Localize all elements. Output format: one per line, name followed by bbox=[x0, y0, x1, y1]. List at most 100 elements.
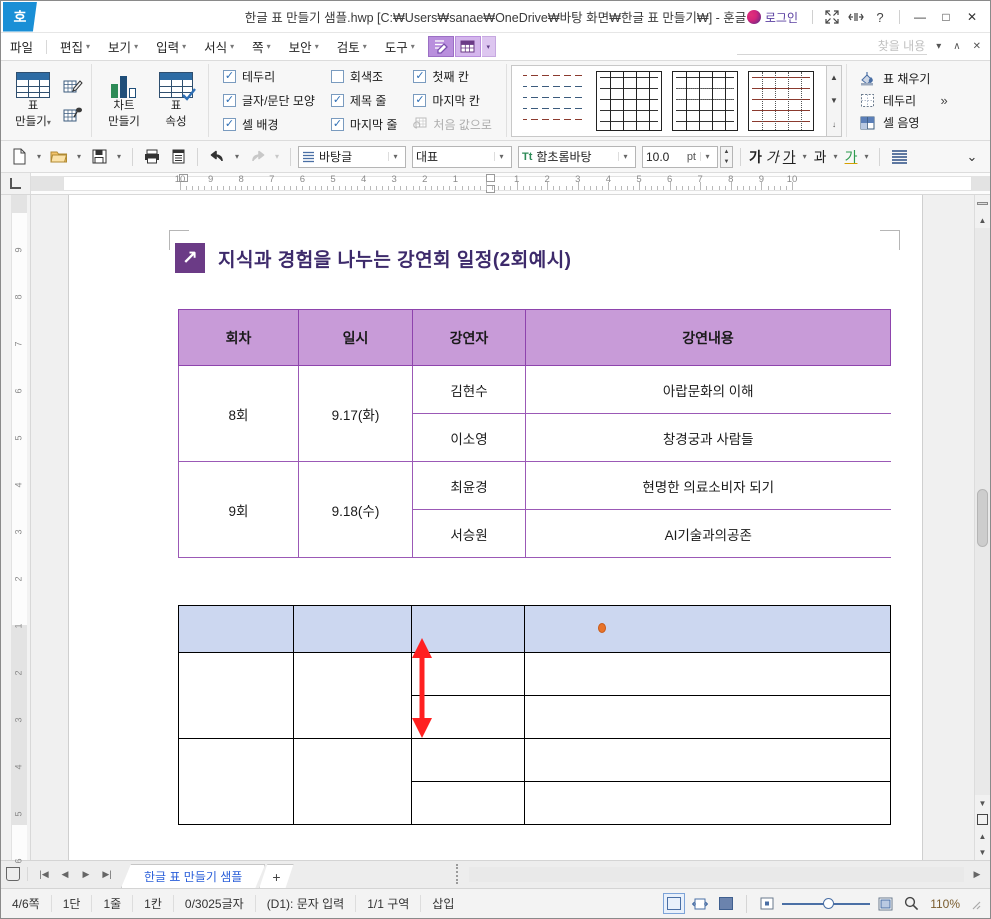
print-icon[interactable] bbox=[140, 145, 164, 169]
checkbox-icon[interactable] bbox=[330, 70, 344, 83]
tab-document-sample[interactable]: 한글 표 만들기 샘플 bbox=[121, 864, 265, 888]
cell-session[interactable]: 8회 bbox=[178, 365, 299, 462]
menu-item-view[interactable]: 보기 ▾ bbox=[99, 35, 147, 58]
option-first-column[interactable]: ✓ 첫째 칸 bbox=[413, 68, 492, 85]
cell-speaker[interactable]: 최윤경 bbox=[412, 461, 526, 510]
menu-item-file[interactable]: 파일 bbox=[1, 35, 42, 58]
close-button[interactable]: ✕ bbox=[960, 5, 984, 29]
zoom-slider-knob[interactable] bbox=[822, 897, 834, 909]
tab-edit-tool-icon[interactable] bbox=[427, 36, 454, 57]
cell-topic[interactable]: AI기술과의공존 bbox=[525, 509, 891, 558]
checkbox-icon[interactable]: ✓ bbox=[330, 94, 344, 107]
scroll-up-icon[interactable]: ▲ bbox=[827, 66, 841, 89]
zoom-slider[interactable] bbox=[782, 897, 871, 909]
search-input[interactable] bbox=[737, 38, 928, 55]
cell-speaker[interactable]: 이소영 bbox=[412, 413, 526, 462]
checkbox-icon[interactable]: ✓ bbox=[223, 94, 236, 107]
checkbox-icon[interactable]: ✓ bbox=[413, 94, 427, 107]
table-cell[interactable] bbox=[178, 652, 294, 739]
table-cell[interactable] bbox=[524, 605, 891, 653]
strikethrough-button[interactable]: 과 bbox=[813, 147, 828, 167]
horizontal-ruler[interactable]: 10 9 8 7 6 5 4 3 2 1 1 2 3 4 5 6 7 8 9 10 bbox=[1, 173, 990, 195]
table-cell[interactable] bbox=[293, 605, 412, 653]
zoom-slider-track[interactable] bbox=[782, 897, 871, 909]
cell-session[interactable]: 9회 bbox=[178, 461, 299, 558]
table-style-option-3[interactable] bbox=[671, 70, 738, 131]
table-row[interactable] bbox=[178, 652, 891, 739]
bold-button[interactable]: 가 bbox=[748, 147, 763, 167]
ribbon-toggle-icon[interactable] bbox=[845, 6, 867, 28]
chevron-down-icon[interactable]: ▾ bbox=[494, 152, 508, 161]
help-icon[interactable]: ? bbox=[869, 6, 891, 28]
chevron-down-icon[interactable]: ▾ bbox=[700, 152, 714, 161]
ribbon-expand-icon[interactable]: » bbox=[936, 93, 951, 108]
table-cell[interactable] bbox=[524, 652, 891, 696]
option-grayscale[interactable]: 회색조 bbox=[330, 68, 398, 85]
empty-table[interactable] bbox=[178, 605, 891, 825]
view-single-page-button[interactable] bbox=[663, 893, 686, 914]
vertical-ruler[interactable]: 9 8 7 6 5 4 3 2 1 2 3 4 5 6 bbox=[1, 195, 31, 864]
menu-item-security[interactable]: 보안 ▾ bbox=[280, 35, 328, 58]
table-row[interactable] bbox=[178, 738, 891, 825]
option-border[interactable]: ✓ 테두리 bbox=[223, 68, 315, 85]
close-icon[interactable]: ✕ bbox=[970, 41, 984, 52]
previous-page-icon[interactable]: ▲ bbox=[975, 828, 990, 844]
ribbon-tab-dropdown-icon[interactable]: ▾ bbox=[481, 36, 496, 57]
table-cell[interactable] bbox=[411, 781, 525, 825]
table-row[interactable]: 9회 9.18(수) 최윤경 현명한 의료소비자 되기 bbox=[178, 461, 891, 558]
menu-item-insert[interactable]: 입력 ▾ bbox=[147, 35, 195, 58]
option-last-row[interactable]: ✓ 마지막 줄 bbox=[330, 116, 397, 133]
scroll-down-icon[interactable]: ▼ bbox=[975, 795, 990, 811]
next-page-icon[interactable]: ▼ bbox=[975, 844, 990, 860]
preset-combo[interactable]: 대표 ▾ bbox=[412, 145, 512, 168]
table-cell[interactable] bbox=[293, 652, 412, 739]
fullscreen-icon[interactable] bbox=[821, 6, 843, 28]
make-chart-button[interactable]: 차트 만들기 bbox=[98, 65, 150, 137]
tab-table-tool-icon[interactable] bbox=[454, 36, 481, 57]
scroll-down-icon[interactable]: ▼ bbox=[827, 89, 841, 112]
table-pen-icon[interactable] bbox=[61, 76, 85, 98]
fill-table-button[interactable]: 표 채우기 bbox=[859, 70, 930, 87]
vertical-scrollbar[interactable]: ▲ ▼ ▲ ▼ bbox=[974, 195, 990, 860]
chevron-down-icon[interactable]: ▾ bbox=[799, 145, 811, 169]
scroll-right-icon[interactable]: ▶ bbox=[968, 864, 986, 884]
chevron-down-icon[interactable]: ▾ bbox=[618, 152, 632, 161]
checkbox-icon[interactable]: ✓ bbox=[223, 70, 236, 83]
scroll-thumb[interactable] bbox=[977, 488, 988, 547]
table-cell[interactable] bbox=[411, 738, 525, 782]
minimize-button[interactable]: — bbox=[908, 5, 932, 29]
view-width-button[interactable] bbox=[689, 893, 711, 914]
gallery-expand-icon[interactable]: ↓ bbox=[827, 113, 841, 136]
scroll-up-icon[interactable]: ▲ bbox=[975, 212, 990, 228]
undo-icon[interactable] bbox=[205, 145, 229, 169]
table-style-option-4[interactable] bbox=[747, 70, 814, 131]
font-family-combo[interactable]: Tt 함초롬바탕 ▾ bbox=[518, 145, 636, 168]
cell-speaker[interactable]: 김현수 bbox=[412, 365, 526, 414]
cell-speaker[interactable]: 서승원 bbox=[412, 509, 526, 558]
menu-item-format[interactable]: 서식 ▾ bbox=[195, 35, 243, 58]
resize-grip[interactable] bbox=[968, 897, 982, 911]
table-cell[interactable] bbox=[524, 695, 891, 739]
menu-item-tools[interactable]: 도구 ▾ bbox=[376, 35, 424, 58]
scroll-split-handle[interactable] bbox=[975, 195, 990, 212]
view-full-page-button[interactable] bbox=[715, 893, 737, 914]
page-view-icon[interactable] bbox=[975, 811, 990, 828]
hanging-indent-marker[interactable] bbox=[486, 185, 495, 193]
table-eraser-icon[interactable] bbox=[61, 104, 85, 126]
option-cell-background[interactable]: ✓ 셀 배경 bbox=[223, 116, 315, 133]
save-icon[interactable] bbox=[87, 145, 111, 169]
next-tab-icon[interactable]: ▶ bbox=[77, 864, 95, 884]
table-row[interactable] bbox=[178, 605, 891, 653]
tab-stop-selector[interactable] bbox=[1, 173, 31, 194]
document-canvas[interactable]: ↗ 지식과 경험을 나누는 강연회 일정(2회예시) 회차 일시 강연자 강연내… bbox=[31, 195, 974, 860]
menu-item-page[interactable]: 쪽 ▾ bbox=[243, 35, 280, 58]
toolbar-overflow-icon[interactable]: ⌄ bbox=[960, 145, 984, 169]
page-list-icon[interactable] bbox=[6, 867, 20, 881]
zoom-search-icon[interactable] bbox=[900, 893, 922, 914]
underline-button[interactable]: 가 bbox=[782, 147, 797, 167]
chevron-down-icon[interactable]: ▾ bbox=[860, 145, 872, 169]
font-size-stepper[interactable]: ▲ ▼ bbox=[720, 145, 733, 168]
gallery-scrollbar[interactable]: ▲ ▼ ↓ bbox=[826, 64, 842, 137]
first-tab-icon[interactable]: |◀ bbox=[35, 864, 53, 884]
open-file-icon[interactable] bbox=[47, 145, 71, 169]
